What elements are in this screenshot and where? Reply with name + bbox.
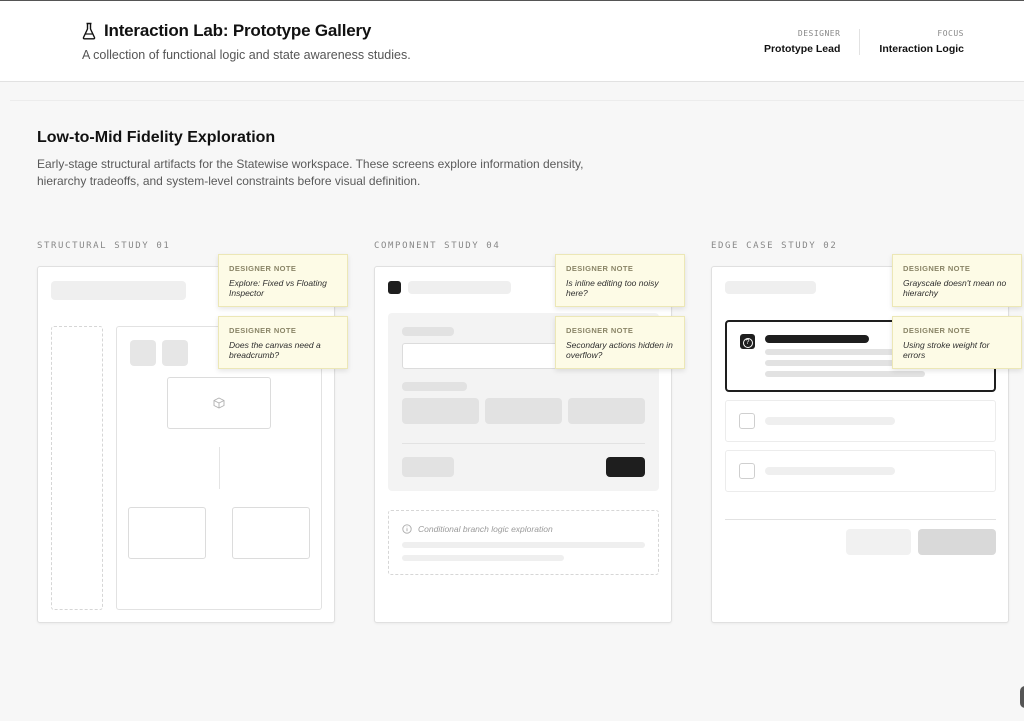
section-divider: [10, 100, 1024, 101]
designer-note: DESIGNER NOTE Explore: Fixed vs Floating…: [218, 254, 348, 307]
designer-note: DESIGNER NOTE Does the canvas need a bre…: [218, 316, 348, 369]
flask-icon: [82, 22, 96, 40]
designer-note: DESIGNER NOTE Secondary actions hidden i…: [555, 316, 685, 369]
focus-label: FOCUS: [937, 29, 964, 38]
divider: [402, 443, 645, 444]
title-placeholder: [725, 281, 816, 294]
canvas-node: [128, 507, 206, 559]
brand: Interaction Lab: Prototype Gallery A col…: [82, 21, 411, 62]
checkbox[interactable]: [739, 463, 755, 479]
toolbar-square: [130, 340, 156, 366]
section-description: Early-stage structural artifacts for the…: [37, 157, 584, 188]
text-line-placeholder: [765, 360, 895, 366]
note-text: Grayscale doesn't mean no hierarchy: [903, 278, 1007, 298]
page-title: Interaction Lab: Prototype Gallery: [104, 21, 372, 40]
note-text: Is inline editing too noisy here?: [566, 278, 659, 298]
designer-label: DESIGNER: [797, 29, 841, 38]
info-icon: [402, 524, 412, 534]
title-placeholder: [51, 281, 186, 300]
option-chip[interactable]: [568, 398, 645, 424]
section-title: Low-to-Mid Fidelity Exploration: [37, 129, 276, 146]
designer-value: Prototype Lead: [763, 43, 841, 55]
note-label: DESIGNER NOTE: [903, 326, 971, 335]
secondary-button-placeholder[interactable]: [846, 529, 911, 555]
divider: [725, 519, 996, 520]
header-meta: DESIGNER Prototype Lead FOCUS Interactio…: [764, 29, 964, 55]
text-line-placeholder: [402, 555, 564, 561]
text-line-placeholder: [765, 371, 925, 377]
note-label: DESIGNER NOTE: [566, 326, 634, 335]
title-placeholder: [408, 281, 511, 294]
note-label: DESIGNER NOTE: [229, 264, 297, 273]
primary-button-placeholder[interactable]: [606, 457, 645, 477]
sidebar-placeholder: [51, 326, 103, 610]
primary-button-placeholder[interactable]: [918, 529, 996, 555]
toolbar-square: [162, 340, 188, 366]
study-label-structural: STRUCTURAL STUDY 01: [37, 241, 171, 251]
note-label: DESIGNER NOTE: [903, 264, 971, 273]
note-text: Does the canvas need a breadcrumb?: [229, 340, 321, 360]
note-label: DESIGNER NOTE: [229, 326, 297, 335]
secondary-button-placeholder[interactable]: [402, 457, 454, 477]
conditional-branch-text: Conditional branch logic exploration: [418, 524, 553, 534]
option-chip[interactable]: [402, 398, 479, 424]
scroll-handle[interactable]: [1020, 686, 1024, 708]
note-text: Using stroke weight for errors: [903, 340, 990, 360]
note-text: Secondary actions hidden in overflow?: [566, 340, 673, 360]
cube-icon: [213, 397, 225, 409]
designer-note: DESIGNER NOTE Using stroke weight for er…: [892, 316, 1022, 369]
checkbox[interactable]: [739, 413, 755, 429]
note-text: Explore: Fixed vs Floating Inspector: [229, 278, 327, 298]
study-label-component: COMPONENT STUDY 04: [374, 241, 501, 251]
option-chip[interactable]: [485, 398, 562, 424]
note-label: DESIGNER NOTE: [566, 264, 634, 273]
avatar-placeholder: [388, 281, 401, 294]
designer-note: DESIGNER NOTE Grayscale doesn't mean no …: [892, 254, 1022, 307]
page-header: Interaction Lab: Prototype Gallery A col…: [0, 0, 1024, 82]
focus-meta: FOCUS Interaction Logic: [860, 29, 964, 55]
connector-line: [219, 447, 220, 489]
designer-note: DESIGNER NOTE Is inline editing too nois…: [555, 254, 685, 307]
focus-value: Interaction Logic: [879, 43, 964, 55]
label-placeholder: [402, 382, 467, 391]
study-label-edge-case: EDGE CASE STUDY 02: [711, 241, 838, 251]
designer-meta: DESIGNER Prototype Lead: [763, 29, 861, 55]
error-title-placeholder: [765, 335, 869, 343]
page-subtitle: A collection of functional logic and sta…: [82, 48, 411, 62]
text-line-placeholder: [402, 542, 645, 548]
canvas-node: [232, 507, 310, 559]
text-line-placeholder: [765, 467, 895, 475]
label-placeholder: [402, 327, 454, 336]
question-icon: ?: [740, 334, 755, 349]
text-line-placeholder: [765, 349, 895, 355]
text-line-placeholder: [765, 417, 895, 425]
